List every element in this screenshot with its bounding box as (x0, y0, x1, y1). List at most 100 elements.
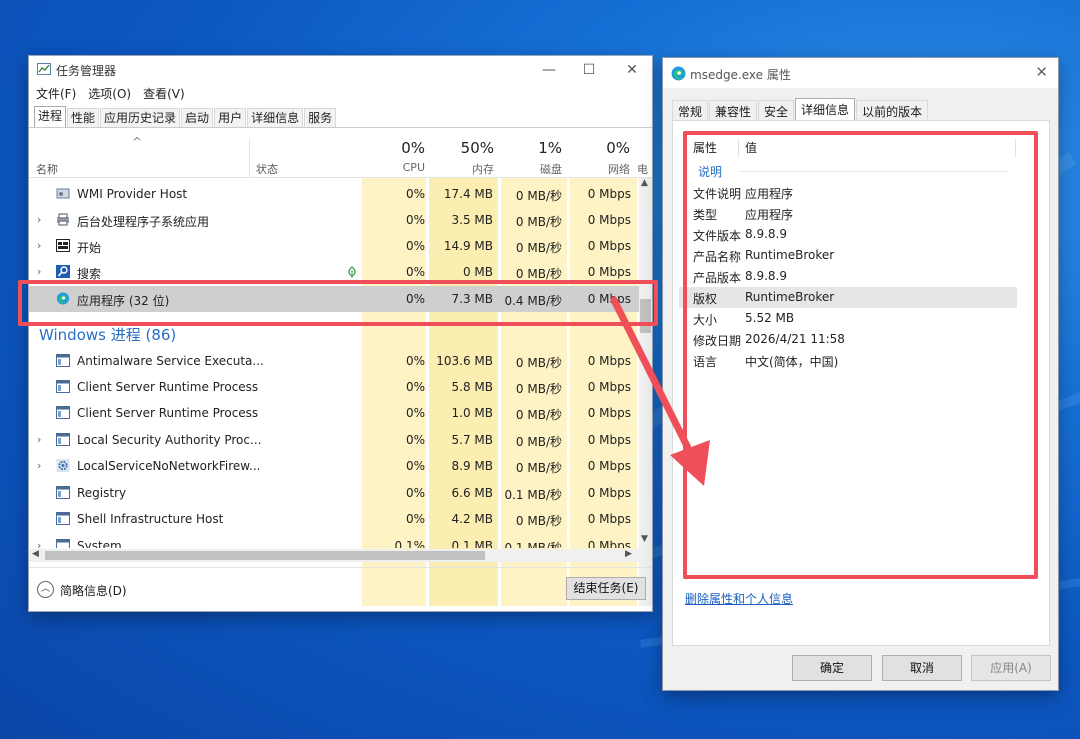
process-name: LocalServiceNoNetworkFirew... (77, 459, 261, 473)
column-memory[interactable]: 内存 (434, 161, 494, 177)
tab-app-history[interactable]: 应用历史记录 (100, 108, 181, 128)
cpu-value: 0% (405, 187, 425, 201)
maximize-button[interactable]: ☐ (569, 60, 609, 80)
search-icon (56, 265, 70, 278)
remove-properties-link[interactable]: 删除属性和个人信息 (685, 590, 793, 607)
cancel-button[interactable]: 取消 (882, 655, 962, 681)
process-name: Local Security Authority Proc... (77, 433, 262, 447)
expand-chevron-icon[interactable]: › (37, 539, 41, 548)
task-manager-footer: ︿ 简略信息(D) 结束任务(E) (29, 567, 652, 612)
edge-icon (671, 66, 686, 81)
process-name: Client Server Runtime Process (77, 380, 259, 394)
fewer-details-link[interactable]: 简略信息(D) (60, 582, 127, 599)
memory-value: 5.8 MB (451, 380, 493, 394)
minimize-button[interactable]: — (529, 60, 569, 80)
group-header-windows-processes[interactable]: Windows 进程 (86) (39, 324, 176, 345)
menu-file[interactable]: 文件(F) (36, 87, 76, 101)
process-name: Shell Infrastructure Host (77, 512, 224, 526)
cpu-value: 0% (405, 354, 425, 368)
close-icon[interactable]: ✕ (1035, 63, 1048, 81)
highlight-box-selected-process (18, 280, 658, 326)
disk-value: 0 MB/秒 (515, 356, 562, 370)
scroll-up-icon[interactable]: ▲ (641, 178, 648, 188)
tab-users[interactable]: 用户 (214, 108, 247, 128)
task-manager-icon (37, 63, 51, 75)
service-icon (56, 188, 70, 199)
process-name: 开始 (77, 241, 102, 255)
process-row[interactable]: WMI Provider Host 0% 17.4 MB 0 MB/秒 0 Mb… (29, 181, 639, 207)
ok-button[interactable]: 确定 (792, 655, 872, 681)
tab-bar: 进程 性能 应用历史记录 启动 用户 详细信息 服务 (34, 106, 337, 128)
memory-value: 14.9 MB (443, 239, 493, 253)
column-name[interactable]: 名称 (36, 161, 58, 177)
network-value: 0 Mbps (587, 512, 631, 526)
process-row[interactable]: Client Server Runtime Process 0% 5.8 MB … (29, 374, 639, 400)
tab-services[interactable]: 服务 (304, 108, 337, 128)
memory-value: 8.9 MB (451, 459, 493, 473)
expand-chevron-icon[interactable]: › (37, 239, 41, 252)
process-row[interactable]: › Local Security Authority Proc... 0% 5.… (29, 427, 639, 453)
column-network[interactable]: 网络 (574, 161, 630, 177)
disk-value: 0 MB/秒 (515, 408, 562, 422)
horizontal-scroll-thumb[interactable] (45, 551, 485, 560)
process-name: Client Server Runtime Process (77, 406, 259, 420)
end-task-button[interactable]: 结束任务(E) (566, 577, 646, 600)
scroll-down-icon[interactable]: ▼ (641, 534, 648, 544)
disk-value: 0 MB/秒 (515, 189, 562, 203)
network-value: 0 Mbps (587, 265, 631, 279)
disk-value: 0 MB/秒 (515, 514, 562, 528)
process-row[interactable]: › 开始 0% 14.9 MB 0 MB/秒 0 Mbps (29, 233, 639, 259)
tab-startup[interactable]: 启动 (181, 108, 214, 128)
process-row[interactable]: › 后台处理程序子系统应用 0% 3.5 MB 0 MB/秒 0 Mbps (29, 207, 639, 233)
tab-processes[interactable]: 进程 (34, 106, 67, 128)
memory-percent: 50% (460, 139, 494, 157)
process-row[interactable]: Registry 0% 6.6 MB 0.1 MB/秒 0 Mbps (29, 480, 639, 506)
disk-percent: 1% (538, 139, 562, 157)
memory-value: 3.5 MB (451, 213, 493, 227)
task-manager-titlebar[interactable]: 任务管理器 — ☐ ✕ (29, 56, 652, 84)
expand-chevron-icon[interactable]: › (37, 265, 41, 278)
close-button[interactable]: ✕ (612, 60, 652, 80)
cpu-value: 0.1% (394, 539, 426, 548)
tab-performance[interactable]: 性能 (67, 108, 100, 128)
horizontal-scrollbar[interactable]: ◀ ▶ (29, 549, 639, 562)
scroll-left-icon[interactable]: ◀ (32, 549, 39, 559)
eco-leaf-icon (348, 266, 356, 278)
expand-chevron-icon[interactable]: › (37, 433, 41, 446)
apply-button[interactable]: 应用(A) (971, 655, 1051, 681)
process-row[interactable]: Client Server Runtime Process 0% 1.0 MB … (29, 400, 639, 426)
cpu-value: 0% (405, 512, 425, 526)
cpu-value: 0% (405, 406, 425, 420)
disk-value: 0 MB/秒 (515, 215, 562, 229)
column-disk[interactable]: 磁盘 (504, 161, 562, 177)
window-process-icon (56, 406, 70, 419)
process-row[interactable]: Antimalware Service Executa... 0% 103.6 … (29, 348, 639, 374)
sort-chevron-icon[interactable]: ^ (132, 135, 142, 149)
menu-view[interactable]: 查看(V) (143, 87, 185, 101)
column-power[interactable]: 电 (637, 161, 651, 177)
highlight-box-details (683, 131, 1038, 579)
collapse-chevron-icon[interactable]: ︿ (37, 581, 54, 598)
column-status[interactable]: 状态 (256, 161, 278, 177)
process-row[interactable]: › LocalServiceNoNetworkFirew... 0% 8.9 M… (29, 453, 639, 479)
window-process-icon (56, 486, 70, 499)
memory-value: 1.0 MB (451, 406, 493, 420)
cpu-value: 0% (405, 380, 425, 394)
process-row[interactable]: Shell Infrastructure Host 0% 4.2 MB 0 MB… (29, 506, 639, 532)
properties-titlebar[interactable]: msedge.exe 属性 ✕ (663, 58, 1058, 88)
window-process-icon (56, 354, 70, 367)
disk-value: 0 MB/秒 (515, 241, 562, 255)
scroll-right-icon[interactable]: ▶ (625, 549, 632, 559)
annotation-arrow-icon (610, 296, 710, 486)
task-manager-window: 任务管理器 — ☐ ✕ 文件(F) 选项(O) 查看(V) 进程 性能 应用历史记录 启动… (29, 56, 652, 611)
row-clip: › System 0.1% 0.1 MB 0.1 MB/秒 0 Mbps (29, 533, 639, 548)
memory-value: 4.2 MB (451, 512, 493, 526)
expand-chevron-icon[interactable]: › (37, 213, 41, 226)
memory-value: 0.1 MB (451, 539, 493, 548)
process-row[interactable]: › System 0.1% 0.1 MB 0.1 MB/秒 0 Mbps (29, 533, 639, 548)
tab-details[interactable]: 详细信息 (247, 108, 304, 128)
expand-chevron-icon[interactable]: › (37, 459, 41, 472)
column-cpu[interactable]: CPU (369, 161, 425, 174)
menu-options[interactable]: 选项(O) (88, 87, 131, 101)
process-name: System (77, 539, 122, 548)
